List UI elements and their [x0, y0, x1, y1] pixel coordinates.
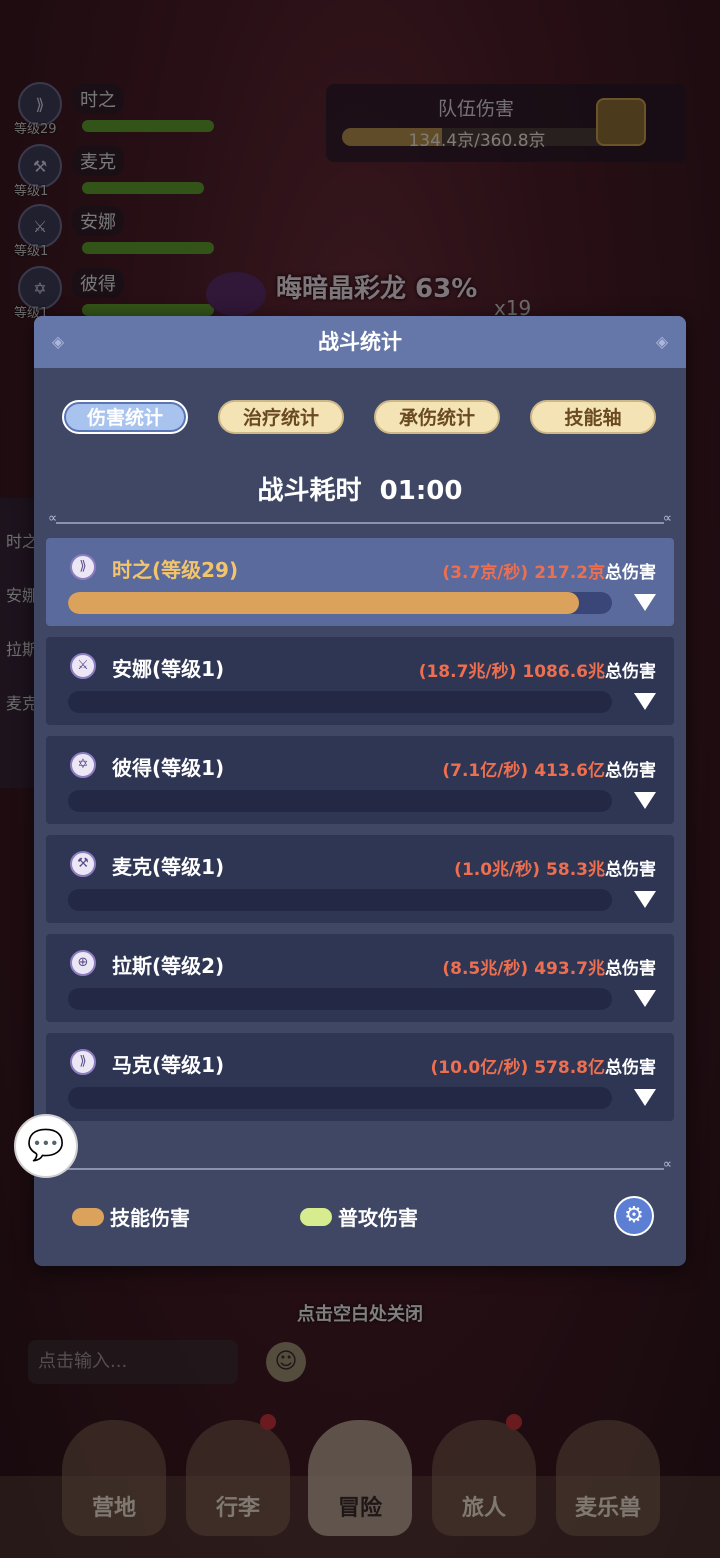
member-name: 彼得(等级1) — [112, 756, 225, 780]
damage-total: 413.6亿 — [534, 761, 605, 781]
legend-swatch — [300, 1207, 332, 1226]
tab-damage-taken[interactable]: 承伤统计 — [374, 400, 500, 434]
dash-class-icon: ⟫ — [70, 1049, 96, 1075]
legend: 技能伤害 普攻伤害 — [72, 1202, 652, 1232]
damage-total: 217.2京 — [534, 563, 605, 583]
damage-bar — [68, 592, 612, 614]
damage-total: 58.3兆 — [546, 860, 605, 880]
legend-skill-damage: 技能伤害 — [72, 1202, 190, 1231]
damage-row[interactable]: ⟫ 时之(等级29) (3.7京/秒) 217.2京总伤害 — [46, 538, 674, 626]
damage-bar — [68, 1087, 612, 1109]
hexagram-icon: ✡ — [70, 752, 96, 778]
member-name: 马克(等级1) — [112, 1053, 225, 1077]
expand-arrow-icon[interactable] — [634, 990, 656, 1007]
damage-bar — [68, 790, 612, 812]
damage-row[interactable]: ⚔ 安娜(等级1) (18.7兆/秒) 1086.6兆总伤害 — [46, 637, 674, 725]
damage-total: 578.8亿 — [534, 1058, 605, 1078]
damage-stats: (10.0亿/秒) 578.8亿总伤害 — [431, 1053, 656, 1078]
legend-swatch — [72, 1207, 104, 1226]
modal-header: 战斗统计 — [34, 316, 686, 368]
duration-label: 战斗耗时 — [257, 476, 362, 506]
damage-total: 1086.6兆 — [522, 662, 605, 682]
damage-total-suffix: 总伤害 — [605, 761, 656, 781]
expand-arrow-icon[interactable] — [634, 693, 656, 710]
damage-rate: (3.7京/秒) — [442, 563, 529, 583]
axe-icon: ⚒ — [70, 851, 96, 877]
damage-rate: (18.7兆/秒) — [418, 662, 517, 682]
damage-bar — [68, 988, 612, 1010]
damage-bar-fill — [68, 592, 580, 614]
damage-row[interactable]: ⊕ 拉斯(等级2) (8.5兆/秒) 493.7兆总伤害 — [46, 934, 674, 1022]
damage-total-suffix: 总伤害 — [605, 563, 656, 583]
damage-stats: (18.7兆/秒) 1086.6兆总伤害 — [419, 657, 656, 682]
damage-rate: (10.0亿/秒) — [430, 1058, 529, 1078]
stats-tabs: 伤害统计 治疗统计 承伤统计 技能轴 — [62, 400, 662, 436]
damage-stats: (7.1亿/秒) 413.6亿总伤害 — [442, 756, 656, 781]
damage-rate: (8.5兆/秒) — [442, 959, 529, 979]
divider — [48, 511, 672, 526]
divider — [48, 1157, 672, 1172]
expand-arrow-icon[interactable] — [634, 594, 656, 611]
damage-row[interactable]: ⟫ 马克(等级1) (10.0亿/秒) 578.8亿总伤害 — [46, 1033, 674, 1121]
damage-rate: (7.1亿/秒) — [442, 761, 529, 781]
member-name: 麦克(等级1) — [112, 855, 225, 879]
chat-bubble-icon[interactable]: 💬 — [14, 1114, 78, 1178]
tab-damage[interactable]: 伤害统计 — [62, 400, 188, 434]
legend-normal-damage: 普攻伤害 — [300, 1202, 418, 1231]
damage-list: ⟫ 时之(等级29) (3.7京/秒) 217.2京总伤害 ⚔ 安娜(等级1) (18.7兆… — [46, 538, 674, 1132]
member-name: 拉斯(等级2) — [112, 954, 225, 978]
legend-label: 技能伤害 — [110, 1206, 190, 1230]
tab-skill-timeline[interactable]: 技能轴 — [530, 400, 656, 434]
damage-bar — [68, 691, 612, 713]
crossed-swords-icon: ⚔ — [70, 653, 96, 679]
damage-total: 493.7兆 — [534, 959, 605, 979]
dash-class-icon: ⟫ — [70, 554, 96, 580]
member-name: 时之(等级29) — [112, 558, 239, 582]
settings-gear-icon[interactable]: ⚙ — [614, 1196, 654, 1236]
damage-total-suffix: 总伤害 — [605, 959, 656, 979]
expand-arrow-icon[interactable] — [634, 792, 656, 809]
corner-ornament-icon: ◈ — [51, 332, 65, 351]
legend-label: 普攻伤害 — [338, 1206, 418, 1230]
damage-row[interactable]: ✡ 彼得(等级1) (7.1亿/秒) 413.6亿总伤害 — [46, 736, 674, 824]
damage-total-suffix: 总伤害 — [605, 1058, 656, 1078]
shield-cross-icon: ⊕ — [70, 950, 96, 976]
corner-ornament-icon: ◈ — [655, 332, 669, 351]
duration-value: 01:00 — [379, 476, 463, 506]
damage-total-suffix: 总伤害 — [605, 860, 656, 880]
damage-total-suffix: 总伤害 — [605, 662, 656, 682]
damage-bar — [68, 889, 612, 911]
damage-row[interactable]: ⚒ 麦克(等级1) (1.0兆/秒) 58.3兆总伤害 — [46, 835, 674, 923]
damage-stats: (3.7京/秒) 217.2京总伤害 — [442, 558, 656, 583]
tab-healing[interactable]: 治疗统计 — [218, 400, 344, 434]
expand-arrow-icon[interactable] — [634, 891, 656, 908]
battle-duration: 战斗耗时 01:00 — [34, 470, 686, 507]
battle-stats-modal: 战斗统计 ◈ ◈ 伤害统计 治疗统计 承伤统计 技能轴 战斗耗时 01:00 ⟫… — [34, 316, 686, 1266]
modal-title: 战斗统计 — [318, 330, 402, 354]
member-name: 安娜(等级1) — [112, 657, 225, 681]
damage-rate: (1.0兆/秒) — [454, 860, 541, 880]
damage-stats: (8.5兆/秒) 493.7兆总伤害 — [442, 954, 656, 979]
damage-stats: (1.0兆/秒) 58.3兆总伤害 — [454, 855, 656, 880]
expand-arrow-icon[interactable] — [634, 1089, 656, 1106]
